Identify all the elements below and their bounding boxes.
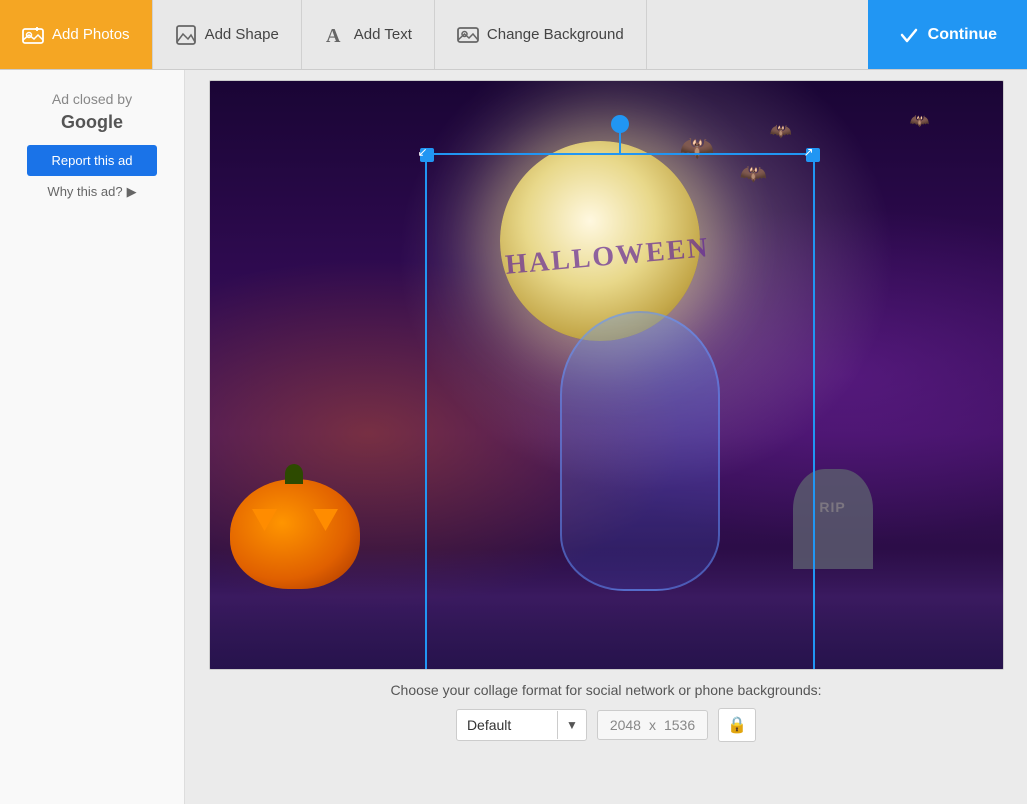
continue-label: Continue [928, 26, 997, 44]
add-shape-icon [175, 24, 197, 46]
pumpkin-eye-right [313, 509, 338, 531]
dimensions-box: 2048 x 1536 [597, 710, 708, 740]
ad-closed-google: Google [61, 112, 123, 132]
canvas-container[interactable]: 🦇 🦇 🦇 🦇 HALLOWEEN ↙ ↗ [209, 80, 1004, 670]
continue-button[interactable]: Continue [868, 0, 1027, 69]
bat-2: 🦇 [740, 161, 767, 187]
add-shape-label: Add Shape [205, 26, 279, 43]
change-background-button[interactable]: Change Background [435, 0, 647, 69]
left-sidebar: Ad closed by Google Report this ad Why t… [0, 70, 185, 804]
change-background-label: Change Background [487, 26, 624, 43]
format-select-wrap[interactable]: Default Instagram Facebook Twitter Phone… [456, 709, 587, 741]
pumpkin-decoration [230, 479, 360, 589]
bat-4: 🦇 [910, 111, 930, 131]
bat-3: 🦇 [770, 121, 792, 142]
grave-decoration [793, 469, 873, 569]
bat-1: 🦇 [680, 131, 715, 164]
play-icon: ▶ [127, 184, 137, 200]
add-text-label: Add Text [354, 26, 412, 43]
add-shape-button[interactable]: Add Shape [153, 0, 302, 69]
x-separator: x [649, 717, 656, 733]
svg-text:A: A [326, 25, 341, 46]
checkmark-icon [898, 24, 920, 46]
add-photos-icon [22, 24, 44, 46]
report-ad-label: Report this ad [52, 153, 133, 168]
canvas-area: 🦇 🦇 🦇 🦇 HALLOWEEN ↙ ↗ [185, 70, 1027, 804]
width-value: 2048 [610, 717, 641, 733]
bottom-bar: Choose your collage format for social ne… [390, 682, 821, 742]
height-value: 1536 [664, 717, 695, 733]
pumpkin-eye-left [252, 509, 277, 531]
ad-closed-line1: Ad closed by [52, 91, 132, 107]
add-text-icon: A [324, 24, 346, 46]
format-select-arrow-icon[interactable]: ▼ [557, 711, 586, 739]
format-row: Default Instagram Facebook Twitter Phone… [456, 708, 756, 742]
change-background-icon [457, 24, 479, 46]
add-text-button[interactable]: A Add Text [302, 0, 435, 69]
ad-closed-text: Ad closed by Google [52, 90, 132, 135]
choose-format-label: Choose your collage format for social ne… [390, 682, 821, 698]
report-ad-button[interactable]: Report this ad [27, 145, 157, 176]
lock-icon[interactable]: 🔒 [718, 708, 756, 742]
add-photos-label: Add Photos [52, 26, 130, 43]
format-select[interactable]: Default Instagram Facebook Twitter Phone [457, 710, 557, 740]
main-layout: Ad closed by Google Report this ad Why t… [0, 70, 1027, 804]
why-this-ad-link[interactable]: Why this ad? ▶ [47, 184, 136, 200]
portal-glow [560, 311, 720, 591]
why-this-ad-label: Why this ad? [47, 184, 122, 199]
add-photos-button[interactable]: Add Photos [0, 0, 153, 69]
toolbar: Add Photos Add Shape A Add Text Change B… [0, 0, 1027, 70]
